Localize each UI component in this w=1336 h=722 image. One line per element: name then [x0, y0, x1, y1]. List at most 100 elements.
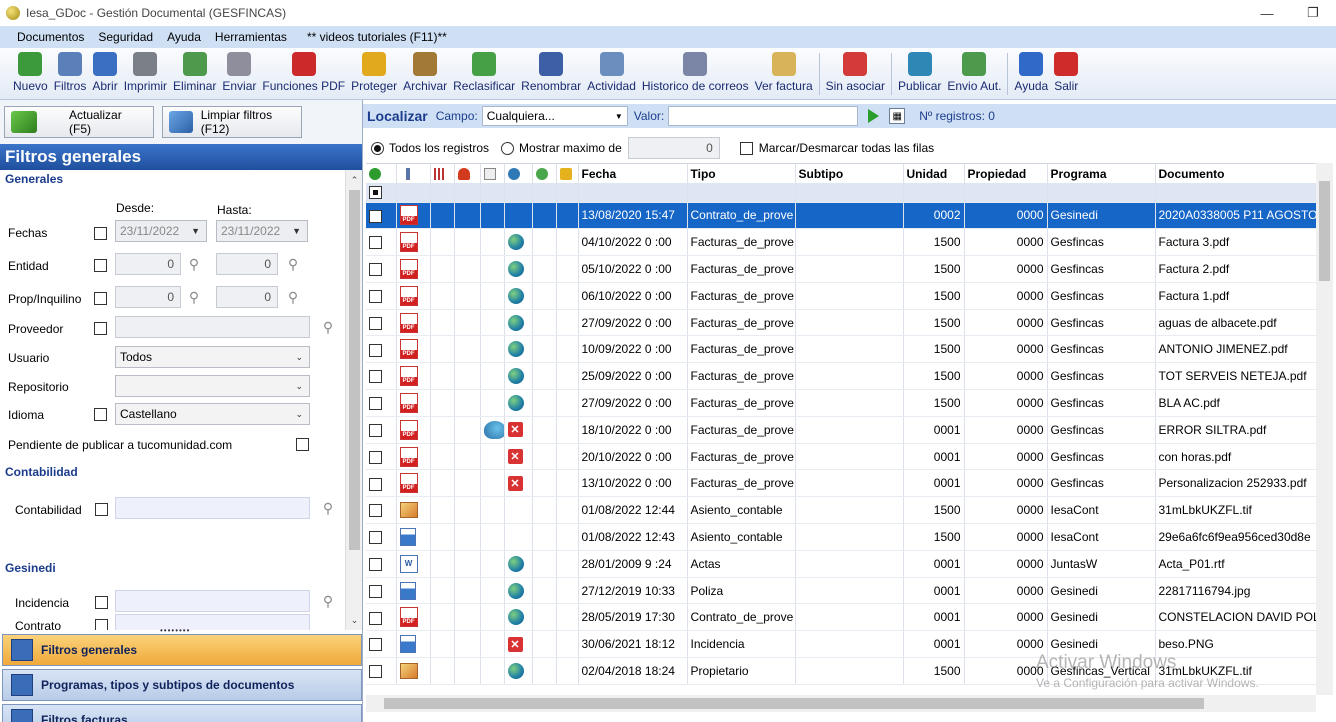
mark-all-checkbox[interactable] [739, 141, 753, 155]
fechas-to-field[interactable]: 23/11/2022 ▼ [216, 220, 308, 242]
table-row[interactable]: PDF 27/09/2022 0 :00 Facturas_de_prove 1500… [366, 309, 1316, 337]
row-checkbox-cell[interactable] [366, 469, 397, 498]
row-checkbox-cell[interactable] [366, 309, 397, 337]
search-icon[interactable]: ⚲ [320, 500, 336, 516]
col-check[interactable] [366, 164, 397, 183]
toolbar-enviar-button[interactable]: Enviar [219, 48, 259, 98]
entidad-to-field[interactable]: 0 [216, 253, 278, 275]
toolbar-archivar-button[interactable]: Archivar [400, 48, 450, 98]
col-pin[interactable] [396, 164, 431, 183]
entidad-checkbox[interactable] [94, 259, 107, 272]
fechas-checkbox[interactable] [94, 227, 107, 240]
contrato-checkbox[interactable] [95, 619, 108, 630]
table-row[interactable]: PDF 04/10/2022 0 :00 Facturas_de_prove 1500… [366, 228, 1316, 257]
col-person[interactable] [454, 164, 481, 183]
table-row[interactable]: 02/04/2018 18:24 Propietario 1500 0000 Gesfi… [366, 657, 1316, 685]
table-row[interactable]: PDF 13/08/2020 15:47 Contrato_de_prove 0002… [366, 202, 1316, 230]
table-row[interactable]: W 28/01/2009 9 :24 Actas 0001 0000 JuntasW Act… [366, 550, 1316, 578]
row-checkbox-cell[interactable] [366, 550, 397, 578]
incidencia-checkbox[interactable] [95, 596, 108, 609]
search-icon[interactable]: ⚲ [285, 289, 301, 305]
row-checkbox-cell[interactable] [366, 362, 397, 391]
row-checkbox[interactable] [369, 665, 382, 679]
row-checkbox-cell[interactable] [366, 496, 397, 525]
table-row[interactable]: 01/08/2022 12:44 Asiento_contable 1500 0000… [366, 496, 1316, 525]
row-checkbox-cell[interactable] [366, 657, 397, 685]
toolbar-publicar-button[interactable]: Publicar [895, 48, 944, 98]
search-icon[interactable]: ⚲ [186, 256, 202, 272]
menu-seguridad[interactable]: Seguridad [91, 30, 160, 44]
row-checkbox[interactable] [369, 397, 382, 411]
nav-filtros-generales[interactable]: Filtros generales [2, 634, 362, 666]
proveedor-checkbox[interactable] [94, 322, 107, 335]
toolbar-sin-asociar-button[interactable]: Sin asociar [823, 48, 888, 98]
scroll-up-icon[interactable]: ⌃ [346, 172, 362, 188]
toolbar-imprimir-button[interactable]: Imprimir [121, 48, 170, 98]
toolbar-eliminar-button[interactable]: Eliminar [170, 48, 219, 98]
idioma-checkbox[interactable] [94, 408, 107, 421]
table-row[interactable]: PDF ✕ 13/10/2022 0 :00 Facturas_de_prove 000… [366, 469, 1316, 498]
table-row[interactable]: 01/08/2022 12:43 Asiento_contable 1500 0000… [366, 523, 1316, 551]
row-checkbox[interactable] [369, 611, 382, 625]
select-all-box[interactable] [369, 186, 382, 200]
row-checkbox[interactable] [369, 638, 382, 652]
clear-filters-button[interactable]: Limpiar filtros (F12) [162, 106, 302, 138]
filters-scrollbar[interactable]: ⌃ ⌄ [345, 170, 362, 630]
table-row[interactable]: PDF ✕ 20/10/2022 0 :00 Facturas_de_prove 000… [366, 443, 1316, 471]
filter-cell[interactable] [366, 183, 397, 203]
todos-radio[interactable] [371, 141, 384, 155]
toolbar-funciones-pdf-button[interactable]: Funciones PDF [259, 48, 348, 98]
row-checkbox[interactable] [369, 263, 382, 277]
nav-filtros-facturas[interactable]: Filtros facturas [2, 704, 362, 722]
row-checkbox-cell[interactable] [366, 443, 397, 471]
max-records-field[interactable]: 0 [627, 137, 720, 159]
col-web[interactable] [504, 164, 533, 183]
restore-button[interactable]: ❐ [1290, 0, 1336, 26]
proveedor-field[interactable] [115, 316, 310, 338]
row-checkbox[interactable] [369, 289, 382, 303]
prop-from-field[interactable]: 0 [115, 286, 181, 308]
toolbar-filtros-button[interactable]: Filtros [51, 48, 90, 98]
minimize-button[interactable]: — [1244, 0, 1290, 26]
row-checkbox-cell[interactable] [366, 282, 397, 310]
idioma-select[interactable]: Castellano ⌄ [115, 403, 310, 425]
row-checkbox-cell[interactable] [366, 630, 397, 659]
row-checkbox-cell[interactable] [366, 577, 397, 605]
contrato-field[interactable] [115, 614, 310, 630]
row-checkbox[interactable] [369, 343, 382, 357]
row-checkbox[interactable] [369, 477, 382, 491]
repositorio-select[interactable]: ⌄ [115, 375, 310, 397]
row-checkbox-cell[interactable] [366, 335, 397, 364]
table-row[interactable]: PDF ✕ 18/10/2022 0 :00 Facturas_de_prove 000… [366, 416, 1316, 444]
grid-vertical-scrollbar[interactable] [1316, 163, 1333, 695]
row-checkbox[interactable] [369, 531, 382, 545]
table-row[interactable]: PDF 25/09/2022 0 :00 Facturas_de_prove 1500… [366, 362, 1316, 391]
col-unidad[interactable]: Unidad [903, 164, 965, 183]
scrollbar-thumb[interactable] [349, 190, 360, 550]
col-subtipo[interactable]: Subtipo [795, 164, 904, 183]
contabilidad-checkbox[interactable] [95, 503, 108, 516]
valor-input[interactable] [668, 106, 859, 126]
row-checkbox[interactable] [369, 450, 382, 464]
menu-video-tutorials[interactable]: ** videos tutoriales (F11)** [300, 30, 454, 44]
toolbar-envio-aut--button[interactable]: Envio Aut. [944, 48, 1004, 98]
row-checkbox[interactable] [369, 423, 382, 437]
prop-to-field[interactable]: 0 [216, 286, 278, 308]
col-fecha[interactable]: Fecha [578, 164, 688, 183]
row-checkbox[interactable] [369, 316, 382, 330]
fechas-from-field[interactable]: 23/11/2022 ▼ [115, 220, 207, 242]
scrollbar-thumb[interactable] [384, 698, 1204, 709]
row-checkbox[interactable] [369, 236, 382, 250]
menu-documentos[interactable]: Documentos [10, 30, 91, 44]
toolbar-historico-de-correos-button[interactable]: Historico de correos [639, 48, 752, 98]
pendiente-checkbox[interactable] [296, 438, 309, 451]
toolbar-nuevo-button[interactable]: Nuevo [10, 48, 51, 98]
col-lock[interactable] [556, 164, 579, 183]
row-checkbox-cell[interactable] [366, 523, 397, 551]
col-web-green[interactable] [532, 164, 557, 183]
toolbar-ver-factura-button[interactable]: Ver factura [752, 48, 816, 98]
toolbar-ayuda-button[interactable]: Ayuda [1011, 48, 1051, 98]
incidencia-field[interactable] [115, 590, 310, 612]
campo-select[interactable]: Cualquiera... ▼ [481, 106, 628, 126]
search-icon[interactable]: ⚲ [320, 593, 336, 609]
